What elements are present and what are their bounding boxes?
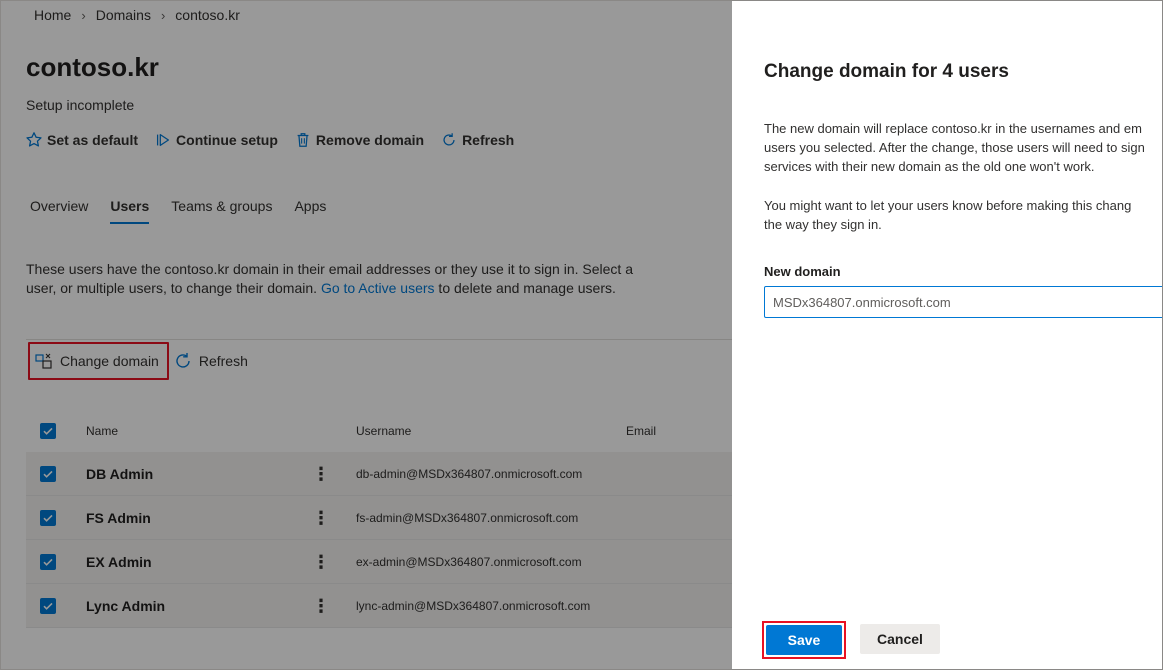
new-domain-field[interactable] <box>764 286 1163 318</box>
panel-note-line: You might want to let your users know be… <box>764 198 1132 213</box>
panel-note: You might want to let your users know be… <box>764 196 1163 234</box>
panel-note-line: the way they sign in. <box>764 217 882 232</box>
panel-description-line: services with their new domain as the ol… <box>764 159 1095 174</box>
cancel-button[interactable]: Cancel <box>860 624 940 654</box>
save-button[interactable]: Save <box>766 625 842 655</box>
domain-page: Home › Domains › contoso.kr contoso.kr S… <box>0 0 732 670</box>
new-domain-label: New domain <box>764 264 841 279</box>
panel-description: The new domain will replace contoso.kr i… <box>764 119 1163 176</box>
modal-overlay[interactable] <box>0 0 732 670</box>
save-highlight: Save <box>762 621 846 659</box>
change-domain-panel: Change domain for 4 users The new domain… <box>732 0 1163 670</box>
panel-description-line: The new domain will replace contoso.kr i… <box>764 121 1142 136</box>
panel-description-line: users you selected. After the change, th… <box>764 140 1145 155</box>
panel-title: Change domain for 4 users <box>764 61 1009 82</box>
